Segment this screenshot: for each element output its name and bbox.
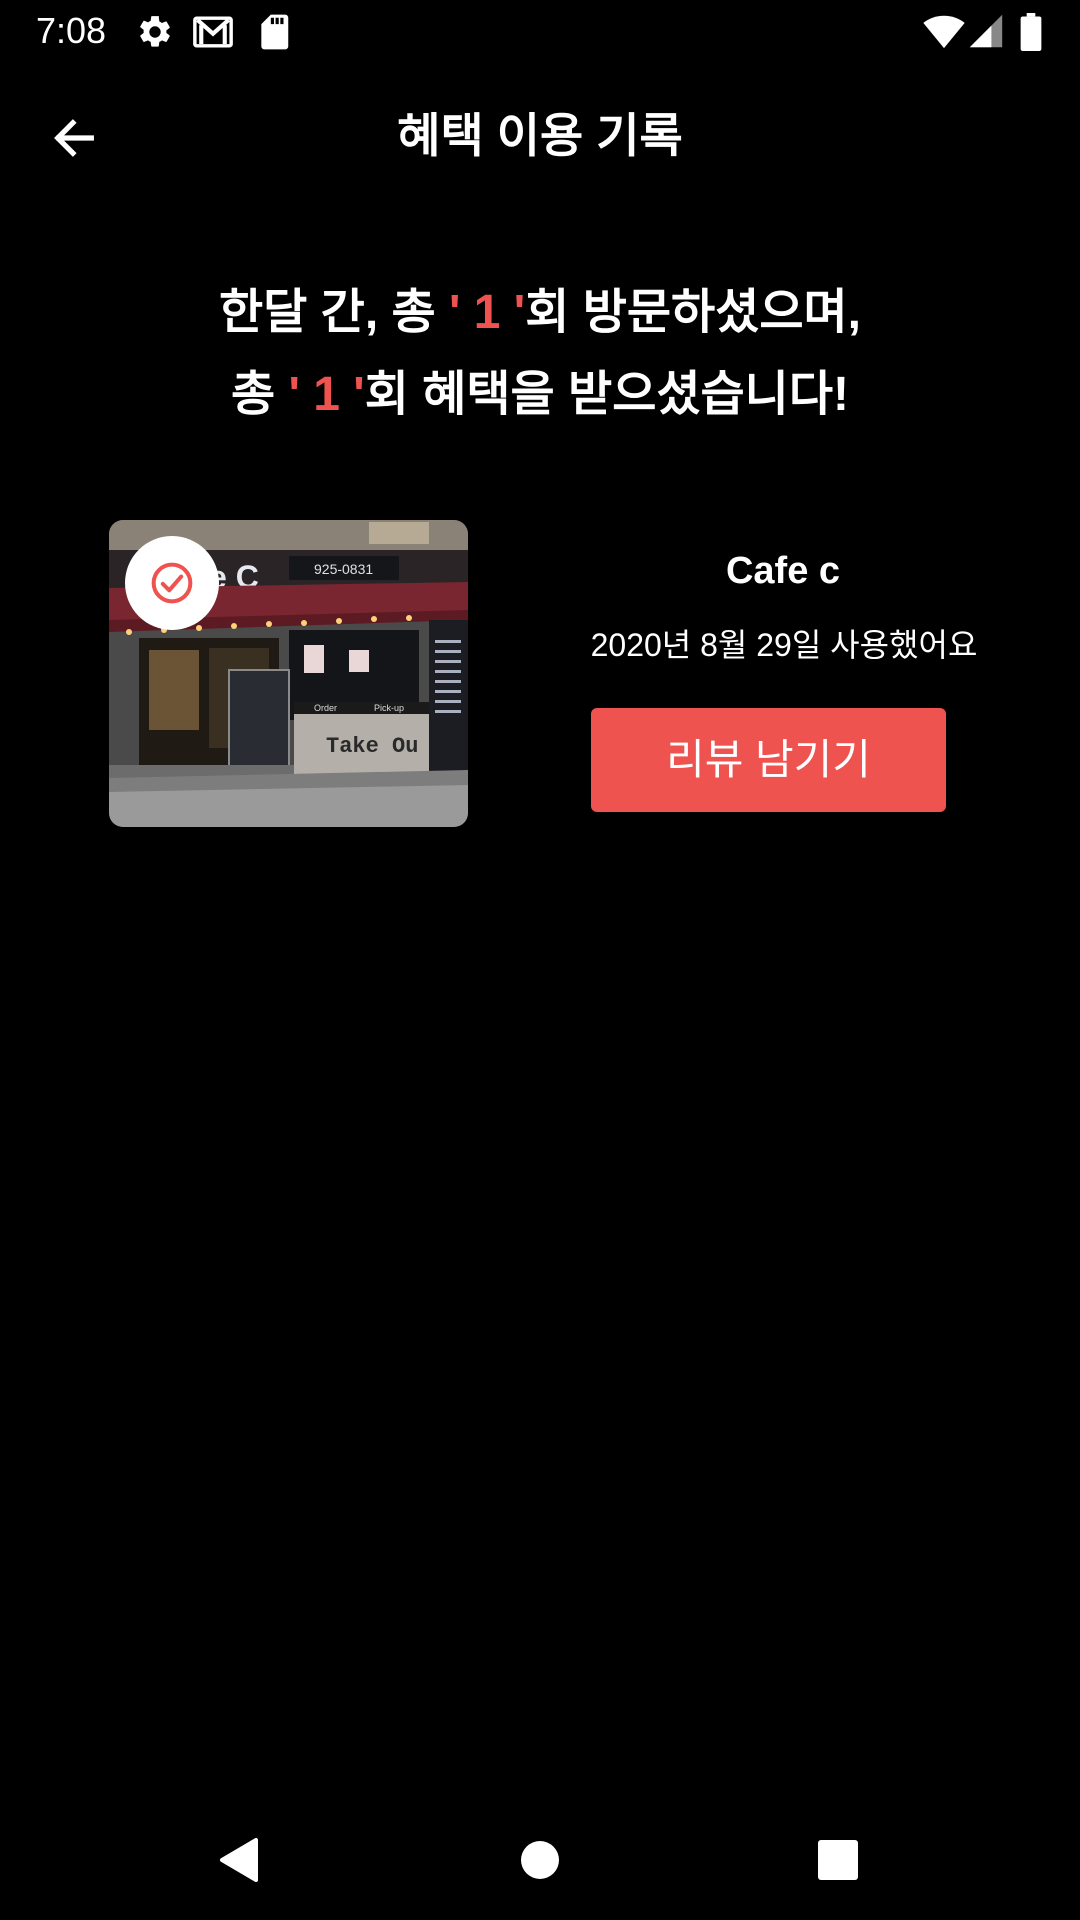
back-triangle-icon[interactable] — [208, 1828, 272, 1892]
gmail-icon — [193, 16, 233, 48]
write-review-button[interactable]: 리뷰 남기기 — [591, 708, 946, 812]
visit-count: ' 1 ' — [449, 286, 526, 339]
benefit-count: ' 1 ' — [288, 368, 365, 421]
wifi-icon — [923, 15, 965, 49]
summary-line2-prefix: 총 — [231, 368, 276, 421]
cafe-name: Cafe c — [725, 550, 841, 592]
check-circle-icon — [151, 562, 193, 604]
benefit-record-card: 925-0831 e C Order Pick-up Take Ou Cafe … — [109, 520, 999, 830]
summary-benefit-line: 총 ' 1 '회 혜택을 받으셨습니다! — [0, 354, 1080, 436]
status-time: 7:08 — [36, 10, 107, 51]
home-circle-icon[interactable] — [508, 1828, 572, 1892]
used-badge — [125, 536, 219, 630]
cell-signal-icon — [969, 14, 1003, 48]
summary-visit-line: 한달 간, 총 ' 1 '회 방문하셨으며, — [0, 272, 1080, 354]
gear-icon — [140, 16, 170, 47]
benefit-summary: 한달 간, 총 ' 1 '회 방문하셨으며, 총 ' 1 '회 혜택을 받으셨습… — [0, 272, 1080, 436]
summary-line2-suffix: 회 혜택을 받으셨습니다! — [364, 368, 849, 421]
photo-takeout-text: Take Ou — [326, 734, 418, 759]
photo-phone-text: 925-0831 — [314, 561, 373, 577]
cafe-photo[interactable]: 925-0831 e C Order Pick-up Take Ou — [109, 520, 468, 827]
summary-line1-suffix: 회 방문하셨으며, — [525, 286, 861, 339]
status-bar: 7:08 — [0, 0, 1080, 63]
sd-card-icon — [261, 14, 289, 50]
recents-square-icon[interactable] — [806, 1828, 870, 1892]
usage-date: 2020년 8월 29일 사용했어요 — [590, 627, 978, 663]
navigation-bar — [0, 1800, 1080, 1920]
page-title: 혜택 이용 기록 — [397, 109, 683, 162]
battery-icon — [1020, 13, 1042, 51]
photo-pickup-text: Pick-up — [374, 703, 404, 713]
summary-line1-prefix: 한달 간, 총 — [219, 286, 436, 339]
photo-order-text: Order — [314, 703, 337, 713]
